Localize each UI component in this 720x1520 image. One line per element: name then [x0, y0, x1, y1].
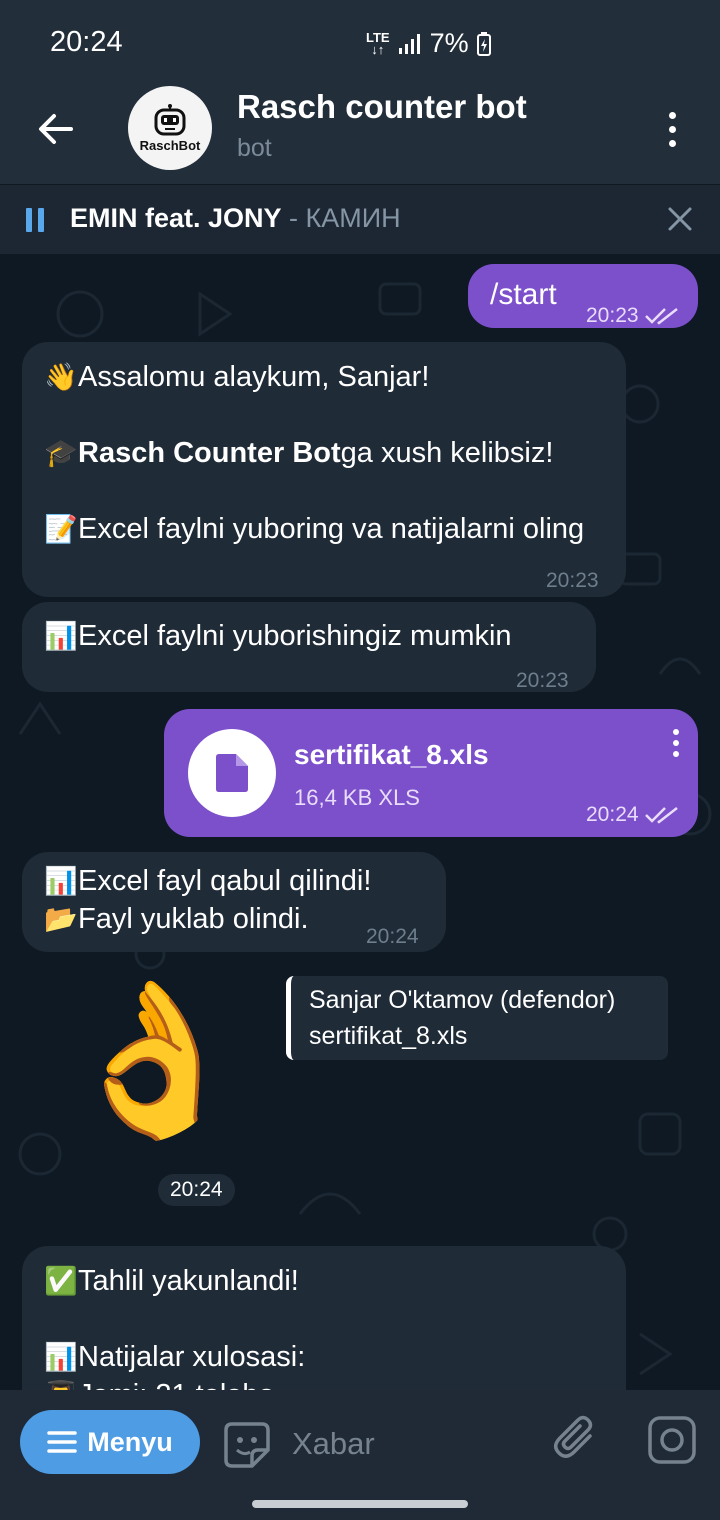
bot-avatar[interactable]: RaschBot [128, 86, 212, 170]
file-download-button[interactable] [188, 729, 276, 817]
folder-icon: 📂 [44, 904, 78, 934]
outgoing-message-start[interactable]: /start 20:23 [468, 264, 698, 328]
double-check-icon [644, 807, 678, 824]
message-text: 📊Excel faylni yuborishingiz mumkin [44, 617, 512, 655]
incoming-message-send-excel[interactable]: 📊Excel faylni yuborishingiz mumkin 20:23 [22, 602, 596, 692]
music-player-bar[interactable]: EMIN feat. JONY - КАМИН [0, 184, 720, 254]
reply-text: sertifikat_8.xls [309, 1022, 468, 1050]
menu-lines-icon [47, 1431, 77, 1453]
back-arrow-icon [39, 114, 73, 144]
message-time: 20:23 [546, 569, 599, 592]
students-icon: 👨‍🎓 [44, 1376, 78, 1390]
message-text: 👋Assalomu alaykum, Sanjar! 🎓Rasch Counte… [44, 358, 614, 548]
bot-menu-button[interactable]: Menyu [20, 1410, 200, 1474]
status-bar: 20:24 LTE ↓↑ 7% [0, 0, 720, 84]
graduation-cap-icon: 🎓 [44, 438, 78, 468]
sticker-icon[interactable] [222, 1420, 272, 1470]
avatar-label: RaschBot [139, 137, 201, 153]
robot-icon [154, 103, 186, 135]
incoming-message-analysis[interactable]: ✅Tahlil yakunlandi! 📊Natijalar xulosasi:… [22, 1246, 626, 1390]
incoming-message-received[interactable]: 📊Excel fayl qabul qilindi! 📂Fayl yuklab … [22, 852, 446, 952]
player-track-info[interactable]: EMIN feat. JONY - КАМИН [70, 203, 401, 234]
waving-hand-icon: 👋 [44, 362, 78, 392]
message-composer: Menyu [0, 1390, 720, 1520]
message-time: 20:24 [366, 925, 419, 948]
sticker-time: 20:24 [158, 1174, 235, 1206]
chat-title[interactable]: Rasch counter bot [237, 88, 527, 126]
chat-messages-area[interactable]: /start 20:23 👋Assalomu alaykum, Sanjar! … [0, 254, 720, 1390]
player-artist: EMIN feat. JONY [70, 203, 282, 233]
double-check-icon [644, 308, 678, 325]
status-indicators: LTE ↓↑ 7% [366, 28, 491, 59]
ok-hand-sticker[interactable]: 👌 [60, 969, 247, 1149]
incoming-message-welcome[interactable]: 👋Assalomu alaykum, Sanjar! 🎓Rasch Counte… [22, 342, 626, 597]
lte-icon: LTE ↓↑ [366, 29, 390, 57]
file-meta: 16,4 KB XLS [294, 785, 420, 810]
message-time: 20:23 [516, 669, 569, 692]
player-separator: - [281, 203, 306, 233]
status-time: 20:24 [50, 26, 123, 58]
player-track: КАМИН [305, 203, 401, 233]
message-time: 20:23 [586, 304, 679, 328]
message-time: 20:24 [586, 803, 679, 827]
back-button[interactable] [30, 104, 80, 154]
outgoing-file-message[interactable]: sertifikat_8.xls 16,4 KB XLS 20:24 [164, 709, 698, 837]
file-name: sertifikat_8.xls [294, 739, 489, 770]
camera-icon[interactable] [646, 1414, 698, 1466]
battery-percent: 7% [429, 28, 469, 58]
menu-label: Menyu [87, 1426, 173, 1457]
pause-icon[interactable] [26, 208, 46, 232]
message-text: 📊Excel fayl qabul qilindi! 📂Fayl yuklab … [44, 862, 371, 938]
message-text: /start [490, 278, 557, 311]
more-vert-icon [668, 111, 676, 119]
more-options-button[interactable] [652, 104, 692, 154]
chat-header: RaschBot Rasch counter bot bot [0, 84, 720, 184]
signal-icon [398, 33, 420, 54]
message-input[interactable] [292, 1422, 532, 1466]
reply-preview[interactable]: Sanjar O'ktamov (defendor) sertifikat_8.… [286, 976, 668, 1060]
memo-icon: 📝 [44, 514, 78, 544]
bar-chart-icon: 📊 [44, 621, 78, 651]
check-mark-icon: ✅ [44, 1266, 78, 1296]
close-icon[interactable] [664, 203, 696, 235]
file-more-button[interactable] [666, 729, 686, 769]
message-text: ✅Tahlil yakunlandi! 📊Natijalar xulosasi:… [44, 1262, 305, 1390]
chat-subtitle: bot [237, 134, 272, 162]
paperclip-icon[interactable] [552, 1414, 602, 1464]
home-indicator[interactable] [252, 1500, 468, 1508]
battery-icon [476, 31, 491, 56]
bar-chart-icon: 📊 [44, 866, 78, 896]
file-icon [216, 754, 248, 792]
bar-chart-icon: 📊 [44, 1342, 78, 1372]
reply-author: Sanjar O'ktamov (defendor) [309, 986, 616, 1014]
